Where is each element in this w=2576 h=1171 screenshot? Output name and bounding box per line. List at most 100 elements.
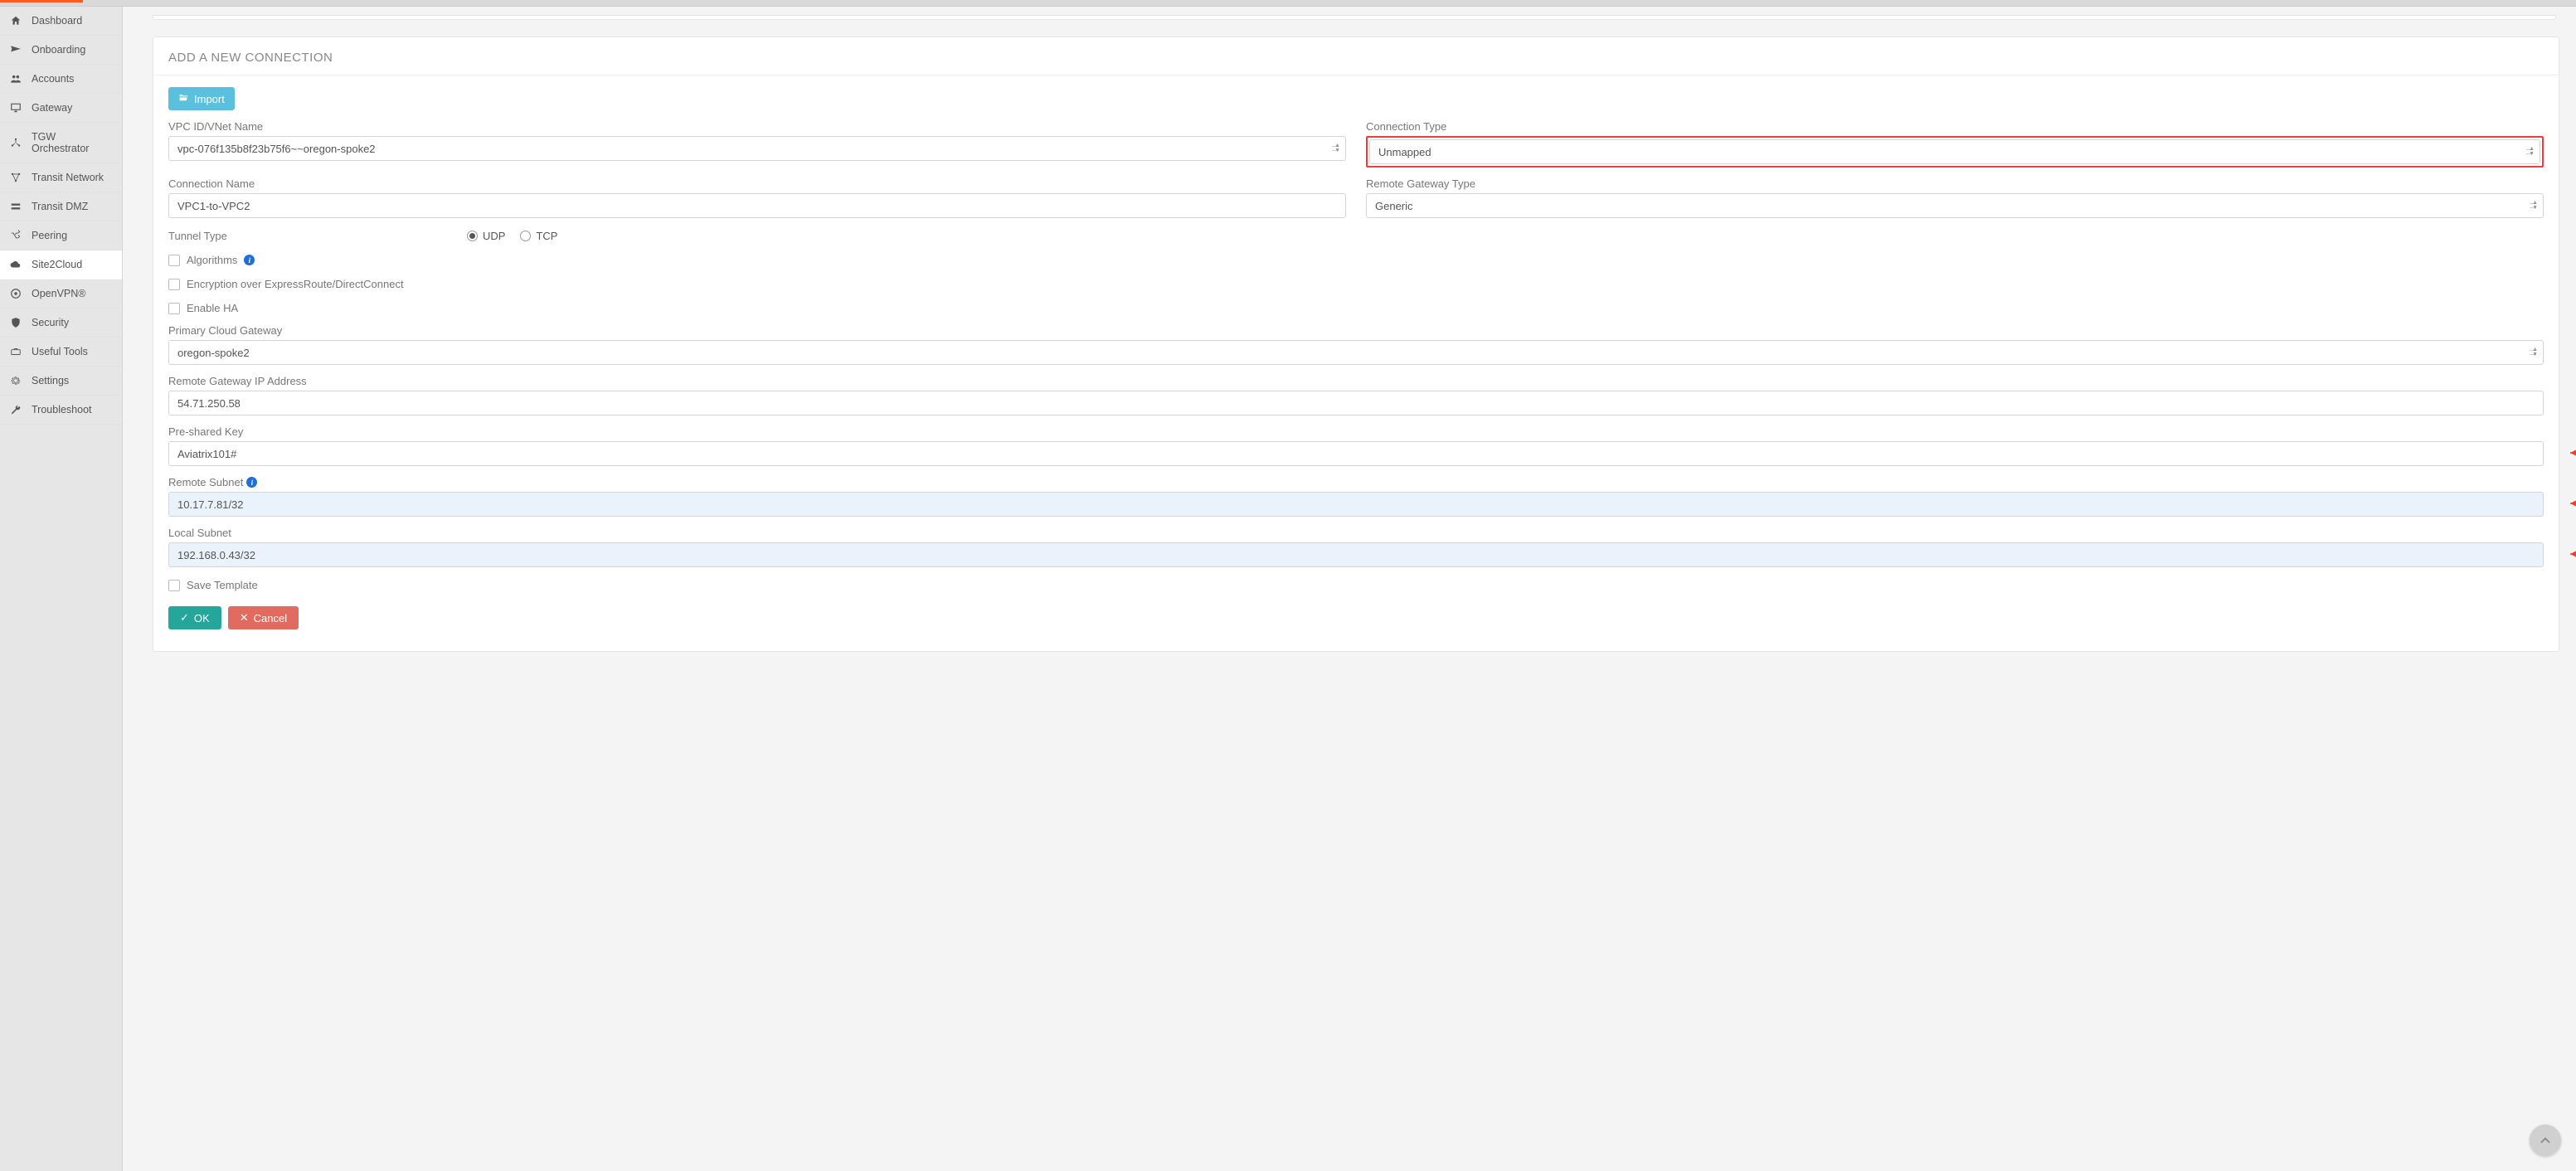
sidebar-item-label: OpenVPN®	[32, 288, 86, 299]
sidebar-item-label: Onboarding	[32, 44, 85, 56]
sidebar-item-openvpn[interactable]: OpenVPN®	[0, 279, 122, 309]
sidebar-item-label: Security	[32, 317, 69, 328]
save-template-label: Save Template	[187, 579, 258, 591]
sidebar-item-dashboard[interactable]: Dashboard	[0, 7, 122, 36]
tunnel-udp-radio[interactable]: UDP	[467, 230, 505, 242]
wrench-icon	[10, 404, 22, 415]
close-icon: ✕	[240, 611, 249, 624]
sidebar-item-label: TGW Orchestrator	[32, 131, 112, 154]
select-chevrons-icon: ▲▼	[2532, 201, 2538, 211]
sidebar-item-accounts[interactable]: Accounts	[0, 65, 122, 94]
tgw-icon	[10, 137, 22, 148]
sidebar-item-transit-dmz[interactable]: Transit DMZ	[0, 192, 122, 221]
remote-gw-ip-label: Remote Gateway IP Address	[168, 375, 2544, 387]
sidebar-item-label: Peering	[32, 230, 67, 241]
sidebar-item-onboarding[interactable]: Onboarding	[0, 36, 122, 65]
remote-gw-ip-value: 54.71.250.58	[177, 397, 241, 410]
checkbox-icon	[168, 279, 180, 290]
cancel-label: Cancel	[254, 612, 287, 624]
pre-shared-key-input[interactable]: Aviatrix101#	[168, 441, 2544, 466]
sidebar-item-security[interactable]: Security	[0, 309, 122, 338]
openvpn-icon	[10, 288, 22, 299]
sidebar-item-label: Dashboard	[32, 15, 82, 27]
sidebar-item-settings[interactable]: Settings	[0, 367, 122, 396]
select-chevrons-icon: ▲▼	[2532, 347, 2538, 357]
sidebar-item-site2cloud[interactable]: Site2Cloud	[0, 250, 122, 279]
radio-selected-icon	[467, 231, 478, 241]
connection-type-select[interactable]: Unmapped ▲▼	[1369, 139, 2540, 164]
select-chevrons-icon: ▲▼	[2529, 147, 2535, 157]
transit-icon	[10, 172, 22, 183]
checkbox-icon	[168, 580, 180, 591]
checkbox-icon	[168, 303, 180, 314]
remote-subnet-value: 10.17.7.81/32	[177, 498, 244, 511]
conn-type-value: Unmapped	[1378, 146, 1431, 158]
sidebar-item-troubleshoot[interactable]: Troubleshoot	[0, 396, 122, 425]
import-button[interactable]: Import	[168, 87, 235, 110]
primary-gw-value: oregon-spoke2	[177, 347, 250, 359]
primary-gateway-select[interactable]: oregon-spoke2 ▲▼	[168, 340, 2544, 365]
remote-gateway-type-select[interactable]: Generic ▲▼	[1366, 193, 2544, 218]
shuffle-icon	[10, 230, 22, 241]
sidebar-item-label: Gateway	[32, 102, 72, 114]
conn-name-value: VPC1-to-VPC2	[177, 200, 250, 212]
primary-gw-label: Primary Cloud Gateway	[168, 324, 2544, 337]
enable-ha-checkbox[interactable]: Enable HA	[168, 302, 2544, 314]
psk-label: Pre-shared Key	[168, 425, 2544, 438]
conn-type-highlight: Unmapped ▲▼	[1366, 136, 2544, 168]
prev-panel-edge	[153, 15, 2556, 20]
sidebar-item-label: Troubleshoot	[32, 404, 92, 415]
ok-button[interactable]: ✓ OK	[168, 606, 221, 629]
ok-label: OK	[194, 612, 210, 624]
encryption-label: Encryption over ExpressRoute/DirectConne…	[187, 278, 404, 290]
home-icon	[10, 15, 22, 27]
info-icon[interactable]: i	[244, 255, 255, 265]
conn-name-label: Connection Name	[168, 177, 1346, 190]
vpc-select[interactable]: vpc-076f135b8f23b75f6~~oregon-spoke2 ▲▼	[168, 136, 1346, 161]
sidebar: Dashboard Onboarding Accounts Gateway TG…	[0, 7, 123, 1171]
save-template-checkbox[interactable]: Save Template	[168, 579, 2544, 591]
import-label: Import	[194, 93, 225, 105]
info-icon[interactable]: i	[246, 477, 257, 488]
sidebar-item-gateway[interactable]: Gateway	[0, 94, 122, 123]
remote-gateway-ip-input[interactable]: 54.71.250.58	[168, 391, 2544, 415]
tcp-label: TCP	[536, 230, 557, 242]
local-subnet-label: Local Subnet	[168, 527, 2544, 539]
local-subnet-input[interactable]: 192.168.0.43/32	[168, 542, 2544, 567]
add-connection-panel: ADD A NEW CONNECTION Import VPC ID/VNet …	[153, 36, 2559, 652]
shield-icon	[10, 317, 22, 328]
monitor-icon	[10, 102, 22, 114]
vpc-value: vpc-076f135b8f23b75f6~~oregon-spoke2	[177, 143, 376, 155]
connection-name-input[interactable]: VPC1-to-VPC2	[168, 193, 1346, 218]
local-subnet-value: 192.168.0.43/32	[177, 549, 255, 561]
dmz-icon	[10, 201, 22, 212]
sidebar-item-peering[interactable]: Peering	[0, 221, 122, 250]
algorithms-checkbox[interactable]: Algorithms i	[168, 254, 2544, 266]
accent-bar	[0, 0, 83, 2]
checkbox-icon	[168, 255, 180, 266]
sidebar-item-label: Transit Network	[32, 172, 104, 183]
scroll-to-top-button[interactable]	[2530, 1125, 2561, 1156]
annotation-arrow-icon	[2560, 447, 2576, 459]
sidebar-item-label: Settings	[32, 375, 69, 386]
remote-gw-type-label: Remote Gateway Type	[1366, 177, 2544, 190]
annotation-arrow-icon	[2560, 498, 2576, 509]
cancel-button[interactable]: ✕ Cancel	[228, 606, 299, 629]
sidebar-item-transit-network[interactable]: Transit Network	[0, 163, 122, 192]
select-chevrons-icon: ▲▼	[1334, 143, 1340, 153]
udp-label: UDP	[483, 230, 505, 242]
remote-subnet-input[interactable]: 10.17.7.81/32	[168, 492, 2544, 517]
panel-title: ADD A NEW CONNECTION	[153, 37, 2559, 75]
tunnel-tcp-radio[interactable]: TCP	[520, 230, 557, 242]
psk-value: Aviatrix101#	[177, 448, 236, 460]
sidebar-item-useful-tools[interactable]: Useful Tools	[0, 338, 122, 367]
vpc-label: VPC ID/VNet Name	[168, 120, 1346, 133]
main-content: ADD A NEW CONNECTION Import VPC ID/VNet …	[123, 7, 2576, 1171]
sidebar-item-label: Accounts	[32, 73, 74, 85]
remote-subnet-label: Remote Subnet i	[168, 476, 2544, 488]
encryption-checkbox[interactable]: Encryption over ExpressRoute/DirectConne…	[168, 278, 2544, 290]
annotation-arrow-icon	[2560, 548, 2576, 560]
folder-open-icon	[178, 92, 189, 105]
sidebar-item-tgw[interactable]: TGW Orchestrator	[0, 123, 122, 163]
tools-icon	[10, 346, 22, 357]
